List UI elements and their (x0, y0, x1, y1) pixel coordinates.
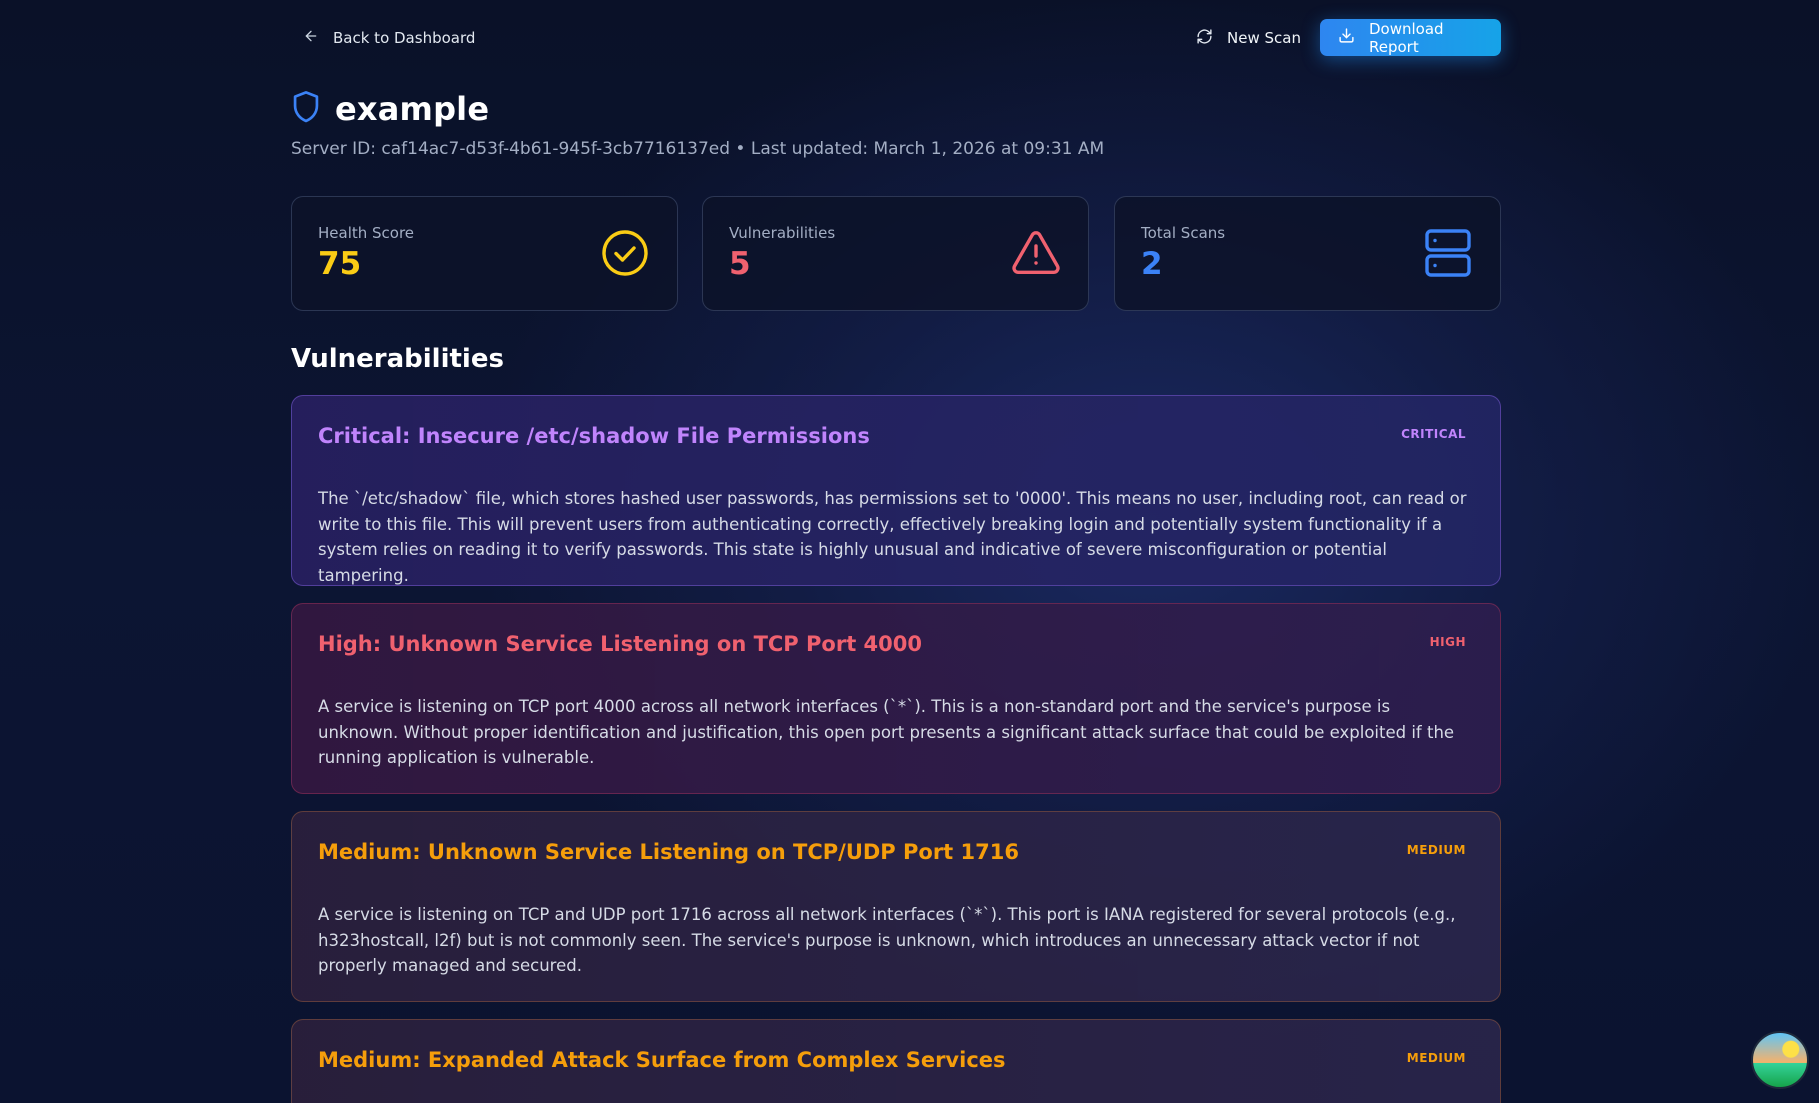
server-meta: Server ID: caf14ac7-d53f-4b61-945f-3cb77… (291, 139, 1105, 159)
page-title: example (335, 90, 490, 128)
vulnerability-description: The `/etc/shadow` file, which stores has… (318, 489, 1467, 585)
severity-badge: CRITICAL (1401, 427, 1466, 441)
vulnerability-card[interactable]: Medium: Unknown Service Listening on TCP… (291, 811, 1501, 1002)
health-score-card: Health Score 75 (291, 196, 678, 311)
download-report-label: Download Report (1369, 19, 1444, 56)
total-scans-label: Total Scans (1141, 224, 1226, 242)
top-bar: Back to Dashboard New Scan Download Repo… (291, 19, 1501, 57)
total-scans-card: Total Scans 2 (1114, 196, 1501, 311)
refresh-icon (1196, 28, 1213, 49)
download-report-button[interactable]: Download Report (1320, 19, 1501, 56)
health-score-value: 75 (318, 246, 362, 282)
stats-row: Health Score 75 Vulnerabilities 5 Total … (291, 196, 1501, 311)
back-button-label: Back to Dashboard (333, 29, 476, 47)
vulnerabilities-heading: Vulnerabilities (291, 344, 504, 374)
warning-triangle-icon (1011, 228, 1061, 278)
new-scan-button[interactable]: New Scan (1184, 19, 1313, 57)
vulnerability-card[interactable]: Medium: Expanded Attack Surface from Com… (291, 1019, 1501, 1103)
vulnerability-card[interactable]: High: Unknown Service Listening on TCP P… (291, 603, 1501, 794)
user-avatar[interactable] (1751, 1031, 1809, 1089)
check-circle-icon (600, 228, 650, 278)
total-scans-value: 2 (1141, 246, 1163, 282)
vulnerabilities-card: Vulnerabilities 5 (702, 196, 1089, 311)
server-icon (1423, 228, 1473, 278)
vulnerabilities-value: 5 (729, 246, 751, 282)
vulnerability-title: Medium: Expanded Attack Surface from Com… (318, 1048, 1006, 1072)
severity-badge: HIGH (1429, 635, 1466, 649)
vulnerabilities-label: Vulnerabilities (729, 224, 836, 242)
vulnerability-title: High: Unknown Service Listening on TCP P… (318, 632, 922, 656)
severity-badge: MEDIUM (1406, 843, 1466, 857)
severity-badge: MEDIUM (1406, 1051, 1466, 1065)
shield-icon (291, 90, 321, 128)
vulnerability-description: A service is listening on TCP and UDP po… (318, 905, 1456, 975)
download-icon (1338, 27, 1355, 48)
arrow-left-icon (303, 28, 319, 48)
title-row: example (291, 90, 489, 128)
vulnerability-description: A service is listening on TCP port 4000 … (318, 697, 1455, 767)
vulnerability-title: Critical: Insecure /etc/shadow File Perm… (318, 424, 870, 448)
back-to-dashboard-button[interactable]: Back to Dashboard (291, 19, 487, 57)
vulnerability-title: Medium: Unknown Service Listening on TCP… (318, 840, 1019, 864)
new-scan-label: New Scan (1227, 29, 1301, 47)
vulnerability-card[interactable]: Critical: Insecure /etc/shadow File Perm… (291, 395, 1501, 586)
health-score-label: Health Score (318, 224, 415, 242)
